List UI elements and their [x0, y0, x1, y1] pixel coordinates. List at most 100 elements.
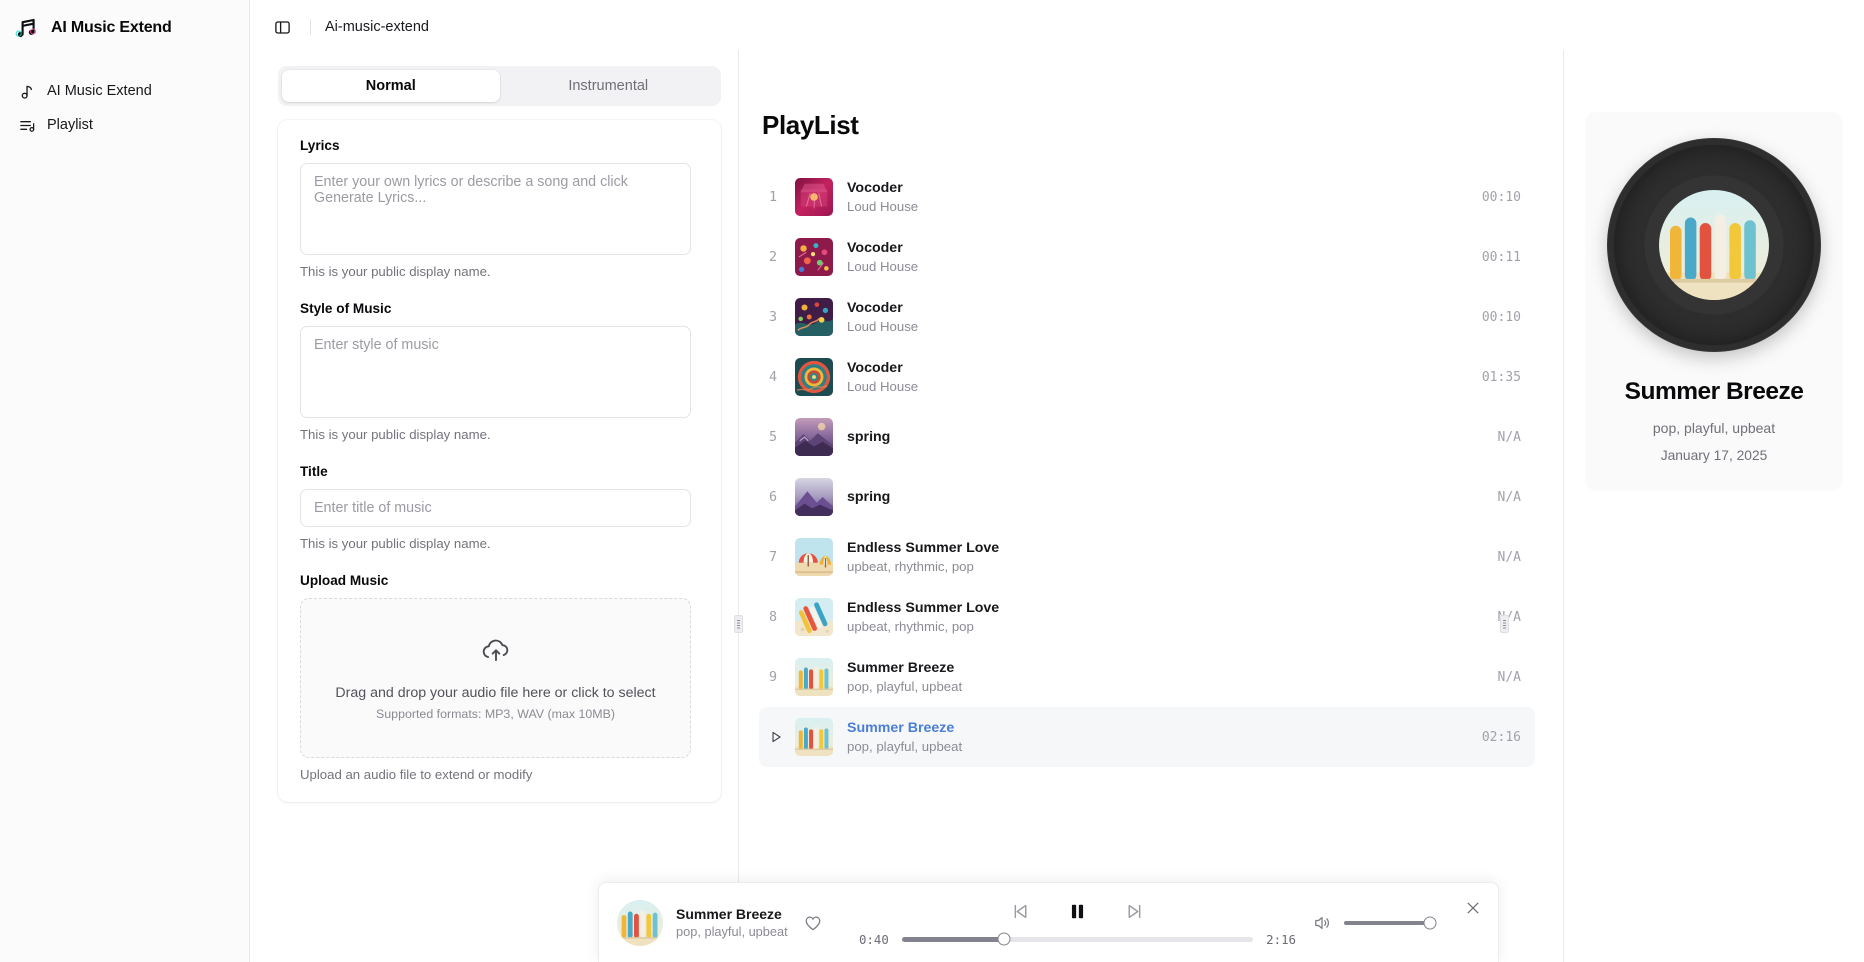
- upload-label: Upload Music: [300, 573, 389, 588]
- playlist-row[interactable]: 1 Vocoder Loud House 00:10: [759, 167, 1535, 227]
- style-label: Style of Music: [300, 301, 392, 316]
- playlist-row-duration: 02:16: [1481, 729, 1521, 745]
- playlist-row[interactable]: 7 Endless Summer Love upbeat, rhythmic, p…: [759, 527, 1535, 587]
- field-title: Title This is your public display name.: [300, 464, 701, 551]
- player-controls: 0:40 2:16: [849, 899, 1306, 947]
- playlist-row[interactable]: 8 Endless Summer Love upbeat, rhythmic, p…: [759, 587, 1535, 647]
- playlist-row-title: Summer Breeze: [847, 660, 955, 676]
- style-help: This is your public display name.: [300, 427, 491, 442]
- playlist-row[interactable]: Summer Breeze pop, playful, upbeat 02:16: [759, 707, 1535, 767]
- player-album-art: [617, 899, 663, 946]
- playlist-row[interactable]: 6 spring N/A: [759, 467, 1535, 527]
- seek-slider[interactable]: [901, 932, 1254, 946]
- playlist-row-index: 3: [769, 309, 778, 325]
- vinyl-record: [1607, 138, 1821, 352]
- playlist-row-meta: spring: [847, 429, 1482, 445]
- current-time: 0:40: [859, 931, 889, 947]
- playlist-row-title: spring: [847, 489, 891, 505]
- playlist-row[interactable]: 5 spring N/A: [759, 407, 1535, 467]
- playlist-row-subtitle: Loud House: [847, 199, 919, 214]
- seek-knob[interactable]: [997, 932, 1011, 946]
- detail-title: Summer Breeze: [1624, 378, 1804, 405]
- tab-instrumental[interactable]: Instrumental: [500, 70, 718, 102]
- field-lyrics: Lyrics This is your public display name.: [300, 138, 701, 279]
- sidebar-item-ai-music-extend[interactable]: AI Music Extend: [10, 74, 239, 108]
- playlist-row-meta: Vocoder Loud House: [847, 360, 1466, 394]
- playlist-row-meta: Vocoder Loud House: [847, 240, 1466, 274]
- playlist-row-subtitle: pop, playful, upbeat: [847, 739, 963, 754]
- playlist-row-art: [795, 718, 833, 756]
- mode-tabs: Normal Instrumental: [278, 66, 721, 106]
- music-note-icon: [18, 82, 36, 100]
- playlist-row-meta: Endless Summer Love upbeat, rhythmic, pop: [847, 600, 1482, 634]
- playlist-row-art: [795, 238, 833, 276]
- player-track-title: Summer Breeze: [676, 906, 782, 922]
- content-columns: Normal Instrumental Lyrics This is your …: [250, 50, 1864, 962]
- title-input[interactable]: [300, 489, 691, 527]
- sidebar-toggle-icon[interactable]: [268, 13, 296, 41]
- app-root: AI Music Extend AI Music Extend Playlist…: [0, 0, 1864, 962]
- skip-back-icon[interactable]: [1010, 901, 1031, 922]
- playlist-row-index: 6: [769, 489, 778, 505]
- playlist-row[interactable]: 2 Vocoder Loud House 00:11: [759, 227, 1535, 287]
- resize-handle-right[interactable]: [1500, 615, 1509, 633]
- lyrics-input[interactable]: [300, 163, 691, 255]
- style-input[interactable]: [300, 326, 691, 418]
- cloud-upload-icon: [480, 636, 512, 669]
- title-help: This is your public display name.: [300, 536, 491, 551]
- playlist-row[interactable]: 3 Vocoder Loud House 00:10: [759, 287, 1535, 347]
- brand: AI Music Extend: [0, 5, 249, 51]
- playlist-icon: [18, 116, 36, 134]
- pause-icon[interactable]: [1065, 899, 1090, 924]
- total-time: 2:16: [1266, 931, 1296, 947]
- close-icon[interactable]: [1464, 899, 1482, 917]
- sidebar-item-label: Playlist: [47, 117, 93, 133]
- detail-date: January 17, 2025: [1660, 448, 1768, 463]
- play-triangle-icon[interactable]: [769, 730, 795, 744]
- heart-icon[interactable]: [801, 911, 825, 935]
- album-art: [1659, 190, 1769, 300]
- playlist-row-art: [795, 538, 833, 576]
- playlist-row-title: Vocoder: [847, 180, 903, 196]
- resize-handle-left[interactable]: [734, 615, 743, 633]
- now-playing-detail-panel: Summer Breeze pop, playful, upbeat Janua…: [1564, 50, 1864, 962]
- playlist-row-title: Vocoder: [847, 240, 903, 256]
- playlist-row-art: [795, 298, 833, 336]
- playlist-row[interactable]: 9 Summer Breeze pop, playful, upbeat N/A: [759, 647, 1535, 707]
- sidebar-item-playlist[interactable]: Playlist: [10, 108, 239, 142]
- skip-forward-icon[interactable]: [1124, 901, 1145, 922]
- transport-buttons: [1010, 899, 1145, 924]
- volume-fill: [1344, 920, 1430, 925]
- volume-knob[interactable]: [1423, 916, 1437, 929]
- playlist-row-subtitle: upbeat, rhythmic, pop: [847, 619, 974, 634]
- playlist-row-meta: Endless Summer Love upbeat, rhythmic, pop: [847, 540, 1482, 574]
- playlist-row-art: [795, 178, 833, 216]
- playlist-row-art: [795, 478, 833, 516]
- playlist-row-duration: 00:10: [1481, 189, 1521, 205]
- topbar: Ai-music-extend: [250, 4, 1864, 50]
- dropzone-main-text: Drag and drop your audio file here or cl…: [335, 684, 656, 701]
- volume-icon[interactable]: [1312, 913, 1332, 933]
- playlist-row-art: [795, 418, 833, 456]
- brand-title: AI Music Extend: [51, 19, 172, 36]
- playlist-row-art: [795, 598, 833, 636]
- detail-card: Summer Breeze pop, playful, upbeat Janua…: [1586, 112, 1842, 489]
- player-bar: Summer Breeze pop, playful, upbeat 0:40 …: [598, 882, 1499, 962]
- playlist-row-duration: N/A: [1497, 429, 1521, 445]
- playlist-row-title: Vocoder: [847, 360, 903, 376]
- volume-slider[interactable]: [1344, 916, 1437, 929]
- playlist-row-index: 7: [769, 549, 778, 565]
- playlist-row-index: 5: [769, 429, 778, 445]
- playlist-row-subtitle: Loud House: [847, 259, 919, 274]
- playlist-row-meta: Summer Breeze pop, playful, upbeat: [847, 660, 1482, 694]
- playlist-row-title: Summer Breeze: [847, 720, 955, 736]
- playlist-row-title: Endless Summer Love: [847, 600, 1000, 616]
- audio-dropzone[interactable]: Drag and drop your audio file here or cl…: [300, 598, 691, 758]
- playlist-row-subtitle: Loud House: [847, 319, 919, 334]
- playlist-row-art: [795, 358, 833, 396]
- playlist-row-title: Vocoder: [847, 300, 903, 316]
- player-right-controls: [1306, 899, 1482, 947]
- upload-help: Upload an audio file to extend or modify: [300, 767, 533, 782]
- playlist-row[interactable]: 4 Vocoder Loud House 01:35: [759, 347, 1535, 407]
- tab-normal[interactable]: Normal: [282, 70, 500, 102]
